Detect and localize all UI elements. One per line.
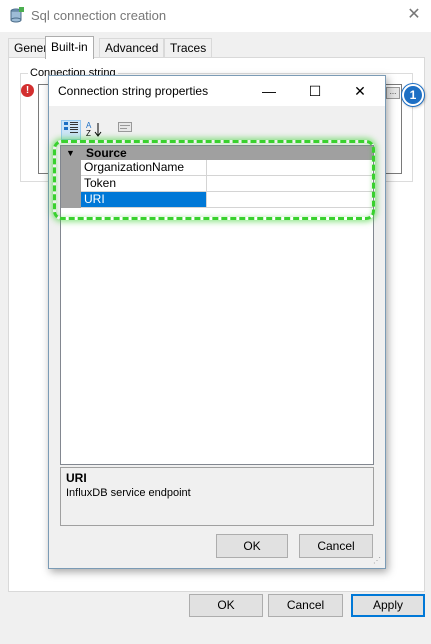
property-name: OrganizationName [81,160,207,175]
error-icon: ! [21,84,34,97]
category-source[interactable]: ▼ Source [61,146,373,160]
description-text: InfluxDB service endpoint [66,487,191,499]
dialog-close-button[interactable]: ✕ [347,81,373,101]
tab-traces[interactable]: Traces [164,38,213,58]
property-name: Token [81,176,207,191]
property-pages-button[interactable] [115,120,135,140]
callout-badge: 1 [402,84,424,106]
window-title-bar: Sql connection creation ✕ [0,0,431,32]
tab-built-in[interactable]: Built-in [45,36,94,59]
category-label: Source [86,146,127,160]
dialog-title-bar: Connection string properties — ☐ ✕ [49,76,385,106]
property-row-token[interactable]: Token [81,176,373,192]
dialog-ok-button[interactable]: OK [216,534,288,558]
window-title: Sql connection creation [31,8,167,23]
property-row-organizationname[interactable]: OrganizationName [81,160,373,176]
property-name: URI [81,192,207,207]
tab-advanced[interactable]: Advanced [99,38,165,58]
property-value-organizationname[interactable] [208,160,373,175]
dialog-cancel-button[interactable]: Cancel [299,534,373,558]
resize-grip-icon[interactable]: ⋰ [373,556,383,566]
property-value-token[interactable] [208,176,373,191]
property-pages-icon [118,122,132,132]
connection-string-properties-dialog: Connection string properties — ☐ ✕ A Z ▼… [48,75,386,569]
alphabetical-sort-icon: A Z [86,121,102,138]
chevron-down-icon[interactable]: ▼ [66,146,75,160]
categorized-view-button[interactable] [61,120,81,140]
property-value-uri[interactable] [208,192,373,207]
dialog-title: Connection string properties [58,84,209,98]
description-panel: URI InfluxDB service endpoint [60,467,374,526]
alphabetical-sort-button[interactable]: A Z [84,120,104,140]
window-close-button[interactable]: ✕ [401,4,427,26]
minimize-button[interactable]: — [256,81,282,101]
database-icon [10,7,24,23]
ok-button[interactable]: OK [189,594,263,617]
maximize-button[interactable]: ☐ [302,81,328,101]
grid-gutter [61,160,81,208]
categorized-view-icon [64,122,78,133]
description-title: URI [66,471,87,485]
property-row-uri[interactable]: URI [81,192,373,208]
property-grid: ▼ Source OrganizationName Token URI [60,145,374,465]
cancel-button[interactable]: Cancel [268,594,343,617]
apply-button[interactable]: Apply [351,594,425,617]
svg-text:Z: Z [86,129,91,138]
ellipsis-button[interactable]: ... [386,87,400,99]
